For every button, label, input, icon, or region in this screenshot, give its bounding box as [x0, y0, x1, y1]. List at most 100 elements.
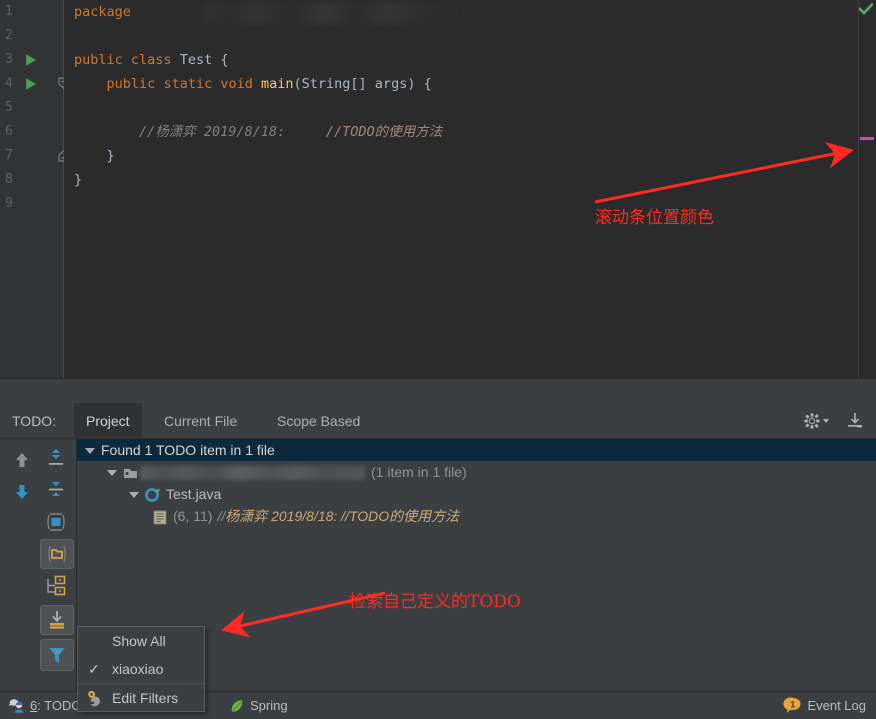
chevron-down-icon[interactable]: [107, 470, 117, 477]
code-line-7: }: [64, 144, 858, 168]
open-brace: {: [220, 52, 229, 68]
settings-gear-button[interactable]: [802, 411, 832, 431]
todo-item-icon: [153, 510, 167, 525]
tree-module-count: (1 item in 1 file): [371, 464, 467, 480]
line-number: 2: [5, 28, 13, 43]
keyword-public: public: [106, 76, 156, 92]
module-icon: [124, 468, 137, 478]
line-number: 7: [5, 148, 13, 163]
event-log-badge-icon: 1: [783, 697, 801, 713]
line-number: 9: [5, 196, 13, 211]
code-line-4: public static void main(String[] args) {: [64, 72, 858, 96]
annotation-text-filter: 检索自己定义的TODO: [349, 592, 521, 612]
editor-gutter[interactable]: 1 2 3 4 5 6 7 8 9: [0, 0, 71, 378]
run-method-gutter-icon[interactable]: [26, 78, 36, 90]
group-by-modules-button[interactable]: [40, 539, 74, 569]
menu-item-label: Show All: [112, 633, 166, 649]
tree-occurrence-text: 杨潇弈 2019/8/18: //TODO的使用方法: [225, 508, 460, 524]
ide-window: 1 2 3 4 5 6 7 8 9 package public class T…: [0, 0, 876, 719]
status-bar-event-log-label: Event Log: [807, 698, 866, 713]
run-class-gutter-icon[interactable]: [26, 54, 36, 66]
todo-marker-stripe[interactable]: [860, 137, 874, 140]
menu-item-xiaoxiao[interactable]: ✓ xiaoxiao: [78, 655, 204, 683]
group-by-packages-button[interactable]: [40, 605, 74, 635]
check-icon: ✓: [88, 661, 100, 677]
editor-marker-bar[interactable]: [858, 0, 876, 378]
group-packages-icon: [50, 611, 64, 629]
tab-current-file[interactable]: Current File: [152, 403, 249, 439]
close-brace: }: [74, 172, 83, 188]
expand-all-icon: [49, 449, 63, 465]
filter-context-menu[interactable]: Show All ✓ xiaoxiao Edit Filters: [77, 626, 205, 712]
check-icon[interactable]: [859, 3, 873, 15]
export-to-file-icon: [848, 413, 862, 429]
code-line-6: //杨潇弈 2019/8/18: //TODO的使用方法: [64, 120, 858, 144]
gutter-line-8: 8: [0, 168, 63, 192]
menu-item-label: Edit Filters: [112, 690, 179, 706]
keyword-package: package: [74, 4, 131, 20]
redacted-package-name: [202, 2, 457, 24]
gear-icon: [804, 413, 829, 429]
tree-row-root[interactable]: Found 1 TODO item in 1 file: [77, 439, 876, 461]
gutter-line-2: 2: [0, 24, 63, 48]
tree-row-module[interactable]: (1 item in 1 file): [77, 461, 876, 483]
annotation-text-scrollbar: 滚动条位置颜色: [595, 208, 714, 228]
status-bar-event-log-button[interactable]: 1 Event Log: [783, 692, 866, 719]
status-bar-todo-button[interactable]: 6: TODO: [8, 692, 82, 719]
close-brace: }: [106, 148, 115, 164]
status-bar-todo-label: : TODO: [37, 698, 82, 713]
gutter-line-9: 9: [0, 192, 63, 216]
arrow-down-icon: [16, 485, 28, 499]
code-line-8: }: [64, 168, 858, 192]
line-number: 4: [5, 76, 13, 91]
autoscroll-source-icon: [47, 513, 65, 531]
keyword-class: class: [130, 52, 172, 68]
line-number: 6: [5, 124, 13, 139]
expand-all-button[interactable]: [42, 445, 70, 471]
gutter-line-5: 5: [0, 96, 63, 120]
next-occurrence-button[interactable]: [8, 479, 36, 505]
code-editor[interactable]: 1 2 3 4 5 6 7 8 9 package public class T…: [0, 0, 876, 378]
todo-panel-title: TODO:: [12, 413, 57, 429]
gutter-line-1: 1: [0, 0, 63, 24]
todo-comment-author: //杨潇弈 2019/8/18:: [139, 124, 286, 140]
flatten-packages-button[interactable]: [42, 573, 72, 599]
collapse-all-button[interactable]: [42, 477, 70, 503]
export-button[interactable]: [844, 411, 866, 431]
menu-item-show-all[interactable]: Show All: [78, 627, 204, 655]
method-params: (String[] args) {: [293, 76, 432, 92]
tree-row-file[interactable]: Test.java: [77, 483, 876, 505]
editor-text-area[interactable]: package public class Test { public stati…: [64, 0, 858, 378]
redacted-module-name: [140, 466, 365, 481]
menu-item-label: xiaoxiao: [112, 661, 164, 677]
wrench-icon: [88, 690, 100, 707]
gutter-line-7: 7: [0, 144, 63, 168]
keyword-public: public: [74, 52, 123, 68]
tab-project[interactable]: Project: [74, 403, 142, 439]
java-class-icon: [145, 488, 160, 503]
status-bar-spring-button[interactable]: Spring: [228, 692, 288, 719]
tree-row-occurrence[interactable]: (6, 11)//杨潇弈 2019/8/18: //TODO的使用方法: [77, 505, 876, 527]
todo-comment-text: //TODO的使用方法: [325, 124, 443, 140]
previous-occurrence-button[interactable]: [8, 447, 36, 473]
autoscroll-to-source-button[interactable]: [42, 509, 70, 535]
chevron-down-icon[interactable]: [85, 448, 95, 455]
code-line-3: public class Test {: [64, 48, 858, 72]
todo-person-icon: [8, 699, 24, 713]
line-number: 1: [5, 4, 13, 19]
folder-icon: [48, 545, 66, 563]
flatten-packages-icon: [47, 575, 66, 596]
tab-scope-based[interactable]: Scope Based: [265, 403, 372, 439]
arrow-up-icon: [16, 453, 28, 467]
class-name: Test: [179, 52, 213, 68]
method-name-main: main: [261, 76, 294, 92]
status-bar-spring-label: Spring: [250, 698, 288, 713]
more-options-button[interactable]: »: [54, 643, 61, 658]
menu-item-edit-filters[interactable]: Edit Filters: [78, 683, 204, 711]
keyword-void: void: [220, 76, 253, 92]
chevron-down-icon[interactable]: [129, 492, 139, 499]
keyword-static: static: [163, 76, 213, 92]
